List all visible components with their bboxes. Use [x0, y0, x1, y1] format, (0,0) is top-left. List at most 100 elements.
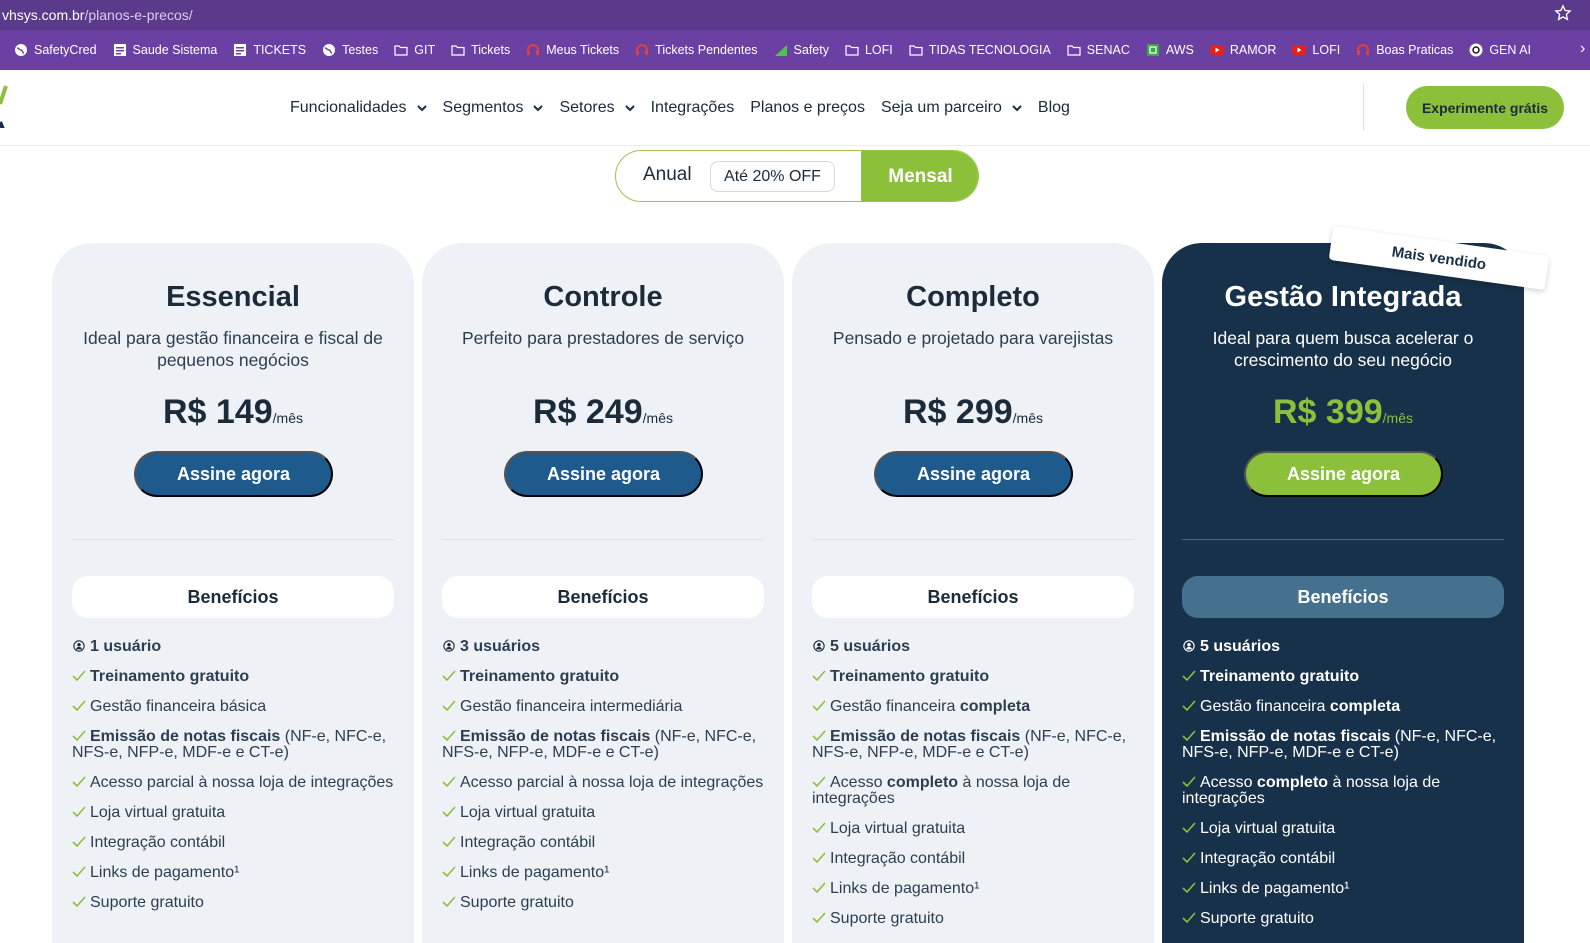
plan-subtitle: Perfeito para prestadores de serviço — [461, 328, 745, 348]
bookmark-item[interactable]: TIDAS TECNOLOGIA — [909, 43, 1051, 57]
feature-text: Acesso — [830, 774, 887, 791]
aws-icon — [1146, 43, 1160, 57]
folder-icon — [451, 43, 465, 57]
feature-text: completa — [1329, 698, 1401, 715]
nav-item-0[interactable]: Funcionalidades — [290, 99, 427, 117]
billing-toggle[interactable]: Anual Até 20% OFF Mensal — [615, 150, 979, 202]
page-icon — [233, 43, 247, 57]
feature-item: Treinamento gratuito — [1182, 669, 1504, 685]
feature-item: Integração contábil — [812, 851, 1134, 867]
feature-list: 1 usuário Treinamento gratuito Gestão fina… — [72, 639, 394, 925]
check-icon — [1182, 776, 1196, 788]
feature-item: Gestão financeira completa — [1182, 699, 1504, 715]
subscribe-button[interactable]: Assine agora — [874, 451, 1073, 497]
price-period: /mês — [272, 410, 303, 426]
bookmark-label: AWS — [1165, 43, 1194, 57]
bookmark-item[interactable]: Meus Tickets — [526, 43, 619, 57]
openai-icon — [1469, 43, 1483, 57]
feature-item: Suporte gratuito — [812, 911, 1134, 927]
nav-item-6[interactable]: Blog — [1038, 99, 1070, 117]
plan-price: R$ 249/mês — [422, 393, 784, 432]
plan-price: R$ 149/mês — [52, 393, 414, 432]
check-icon — [72, 700, 86, 712]
feature-item: Suporte gratuito — [72, 895, 394, 911]
subscribe-button[interactable]: Assine agora — [1244, 451, 1443, 497]
url-domain: vhsys.com.br — [2, 7, 85, 23]
address-bar[interactable]: vhsys.com.br/planos-e-precos/ — [0, 0, 1590, 30]
feature-text: Emissão de notas fiscais — [830, 728, 1021, 745]
bookmark-item[interactable]: Tickets — [451, 43, 510, 57]
nav-item-4[interactable]: Planos e preços — [750, 99, 865, 117]
url-path: /planos-e-precos/ — [84, 7, 193, 23]
bookmark-item[interactable]: SafetyCred — [14, 43, 97, 57]
check-icon — [442, 866, 456, 878]
headset-icon — [1356, 43, 1370, 57]
feature-text: Treinamento gratuito — [1200, 668, 1360, 685]
check-icon — [1182, 730, 1196, 742]
subscribe-button[interactable]: Assine agora — [504, 451, 703, 497]
price-amount: R$ 299 — [903, 393, 1013, 431]
feature-text: Loja virtual gratuita — [460, 804, 596, 821]
nav-item-5[interactable]: Seja um parceiro — [881, 99, 1022, 117]
benefits-header: Benefícios — [1182, 576, 1504, 618]
feature-text: Suporte gratuito — [460, 894, 574, 911]
billing-annual-option[interactable]: Anual — [643, 164, 692, 186]
user-icon — [73, 640, 85, 652]
try-free-button[interactable]: Experimente grátis — [1406, 86, 1564, 129]
subscribe-button[interactable]: Assine agora — [134, 451, 333, 497]
card-divider — [72, 539, 394, 540]
user-icon — [813, 640, 825, 652]
bookmark-item[interactable]: Boas Praticas — [1356, 43, 1453, 57]
bookmark-item[interactable]: GEN AI — [1469, 43, 1531, 57]
bookmark-label: TICKETS — [253, 43, 307, 57]
plan-title: Gestão Integrada — [1224, 281, 1462, 313]
bookmark-star-icon[interactable] — [1554, 4, 1572, 22]
check-icon — [72, 896, 86, 908]
bookmarks-overflow-icon[interactable]: › — [1580, 40, 1590, 58]
bookmark-label: SafetyCred — [34, 43, 97, 57]
check-icon — [812, 670, 826, 682]
billing-monthly-option[interactable]: Mensal — [861, 151, 978, 201]
nav-item-3[interactable]: Integrações — [651, 99, 735, 117]
bookmark-item[interactable]: SENAC — [1067, 43, 1130, 57]
bookmark-item[interactable]: Saude Sistema — [113, 43, 217, 57]
folder-icon — [1067, 43, 1081, 57]
price-period: /mês — [1382, 410, 1413, 426]
user-icon — [443, 640, 455, 652]
folder-icon — [394, 43, 408, 57]
bookmark-item[interactable]: LOFI — [845, 43, 893, 57]
feature-text: Acesso — [1200, 774, 1257, 791]
check-icon — [812, 776, 826, 788]
nav-item-1[interactable]: Segmentos — [443, 99, 544, 117]
bookmark-label: Boas Praticas — [1376, 43, 1454, 57]
plan-title: Completo — [906, 281, 1040, 313]
bookmark-item[interactable]: TICKETS — [233, 43, 306, 57]
chevron-down-icon — [1012, 104, 1022, 111]
feature-item: Integração contábil — [442, 835, 764, 851]
plan-subtitle: Ideal para gestão financeira e fiscal de… — [83, 328, 383, 370]
vhsys-logo-icon[interactable] — [0, 82, 12, 128]
feature-item: Acesso completo à nossa loja de integraç… — [812, 775, 1134, 807]
bookmark-item[interactable]: LOFI — [1292, 43, 1340, 57]
feature-item: Acesso parcial à nossa loja de integraçõ… — [442, 775, 764, 791]
nav-item-2[interactable]: Setores — [559, 99, 635, 117]
check-icon — [72, 866, 86, 878]
bookmark-item[interactable]: Safety — [774, 43, 829, 57]
nav-label: Setores — [559, 99, 615, 116]
feature-text: Gestão financeira — [830, 698, 960, 715]
folder-icon — [909, 43, 923, 57]
main-nav: Funcionalidades Segmentos Setores Integraçõ… — [290, 70, 1086, 146]
bookmark-item[interactable]: Tickets Pendentes — [635, 43, 758, 57]
globe-icon — [14, 43, 28, 57]
bookmark-item[interactable]: Testes — [322, 43, 378, 57]
bookmark-item[interactable]: AWS — [1146, 43, 1194, 57]
feature-item: Links de pagamento¹ — [812, 881, 1134, 897]
user-icon — [1183, 640, 1195, 652]
price-amount: R$ 399 — [1273, 393, 1383, 431]
price-amount: R$ 149 — [163, 393, 273, 431]
bookmark-item[interactable]: GIT — [394, 43, 435, 57]
bookmark-item[interactable]: RAMOR — [1209, 43, 1276, 57]
feature-text: Suporte gratuito — [1200, 910, 1314, 927]
benefits-header: Benefícios — [812, 576, 1134, 618]
chart-icon — [774, 43, 788, 57]
